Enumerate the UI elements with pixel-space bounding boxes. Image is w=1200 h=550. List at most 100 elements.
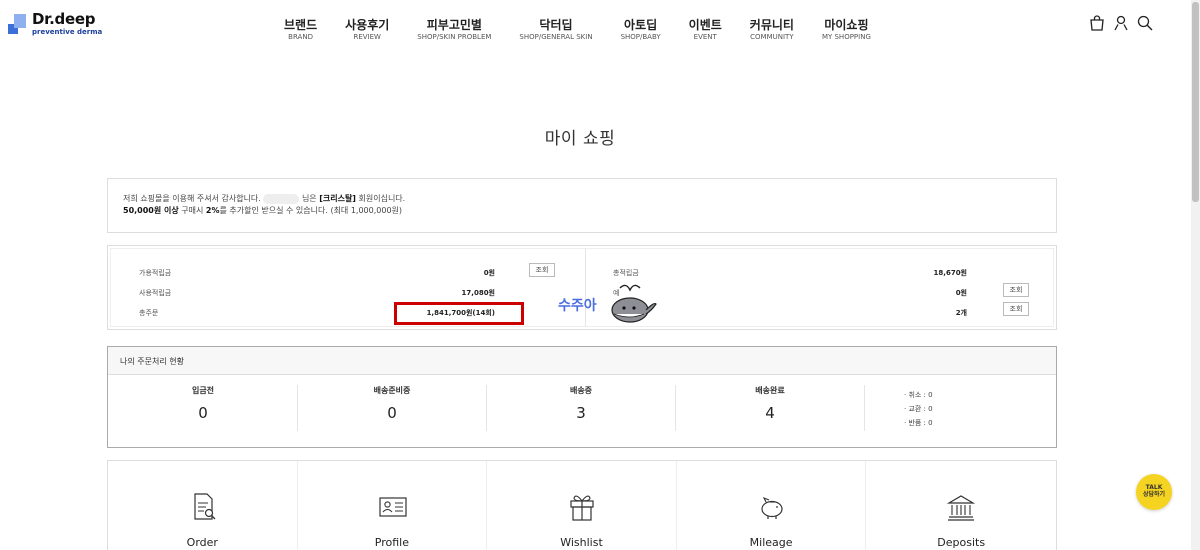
- available-points-lookup-button[interactable]: 조회: [529, 263, 555, 277]
- blurred-username: [263, 193, 300, 204]
- search-icon[interactable]: [1136, 14, 1154, 32]
- stat-delivered[interactable]: 배송완료 4: [675, 385, 865, 422]
- nav-item-review[interactable]: 사용후기 REVIEW: [331, 18, 403, 42]
- member-text: 회원이십니다.: [355, 194, 406, 203]
- talk-sublabel: 상담하기: [1142, 491, 1166, 498]
- discount-threshold: 50,000원 이상: [123, 206, 179, 215]
- stat-return[interactable]: · 반품 : 0: [904, 416, 933, 430]
- stat-shipping[interactable]: 배송중 3: [486, 385, 676, 422]
- deposit-value: 0원: [955, 289, 967, 297]
- menu-mileage[interactable]: Mileage: [677, 461, 867, 550]
- member-line-2: 50,000원 이상 구매시 2%를 추가할인 받으실 수 있습니다. (최대 …: [123, 205, 1041, 217]
- nav-label: 피부고민별: [426, 18, 482, 32]
- discount-percent: 2%: [205, 206, 220, 215]
- nav-label: 이벤트: [688, 18, 722, 32]
- nav-label: 커뮤니티: [749, 18, 794, 32]
- logo[interactable]: Dr.deep preventive derma: [8, 10, 102, 40]
- nav-sublabel: SHOP/SKIN PROBLEM: [417, 33, 492, 41]
- nav-label: 닥터딥: [539, 18, 573, 32]
- logo-text: Dr.deep: [32, 10, 96, 28]
- nav-item-community[interactable]: 커뮤니티 COMMUNITY: [736, 18, 808, 42]
- nav-item-event[interactable]: 이벤트 EVENT: [675, 18, 736, 42]
- page-title: 마이 쇼핑: [544, 129, 616, 149]
- stat-label: 배송완료: [755, 386, 785, 395]
- stat-label: 입금전: [191, 386, 215, 395]
- nav-sublabel: SHOP/BABY: [620, 33, 661, 41]
- nav-item-my-shopping[interactable]: 마이쇼핑 MY SHOPPING: [808, 18, 885, 42]
- stat-divider: [864, 385, 865, 431]
- nav-label: 아토딥: [624, 18, 658, 32]
- stat-value: 0: [387, 404, 397, 422]
- piggybank-icon: [761, 496, 783, 519]
- used-points-value: 17,080원: [461, 289, 495, 297]
- member-text: 구매시: [178, 206, 206, 215]
- stat-value: 4: [765, 404, 775, 422]
- nav-item-skin-problem[interactable]: 피부고민별 SHOP/SKIN PROBLEM: [403, 18, 505, 42]
- menu-label: Deposits: [937, 536, 986, 549]
- stat-side-text: 반품 : 0: [908, 419, 933, 427]
- main-nav: 브랜드 BRAND 사용후기 REVIEW 피부고민별 SHOP/SKIN PROBL…: [270, 18, 885, 42]
- stat-value: 3: [576, 404, 586, 422]
- member-grade: [크리스탈]: [319, 194, 356, 203]
- member-text: 를 추가할인 받으실 수 있습니다. (최대 1,000,000원): [219, 206, 403, 215]
- coupon-lookup-button[interactable]: 조회: [1003, 302, 1029, 316]
- deposit-lookup-button[interactable]: 조회: [1003, 283, 1029, 297]
- site-header: Dr.deep preventive derma 브랜드 BRAND 사용후기 RE…: [0, 0, 1200, 55]
- available-points-value: 0원: [483, 269, 495, 277]
- member-text: 님은: [301, 194, 320, 203]
- stat-preparing[interactable]: 배송준비중 0: [297, 385, 487, 422]
- stat-exchange[interactable]: · 교환 : 0: [904, 402, 933, 416]
- bag-icon[interactable]: [1088, 14, 1106, 32]
- nav-label: 마이쇼핑: [824, 18, 869, 32]
- stat-pending-payment[interactable]: 입금전 0: [108, 385, 298, 422]
- order-icon: [194, 493, 216, 520]
- scrollbar[interactable]: [1191, 0, 1200, 550]
- stat-side-text: 교환 : 0: [908, 405, 933, 413]
- nav-sublabel: EVENT: [693, 33, 717, 41]
- available-points-label: 가용적립금: [139, 269, 172, 277]
- menu-deposits[interactable]: Deposits: [866, 461, 1056, 550]
- profile-icon: [378, 497, 407, 517]
- stat-side-text: 취소 : 0: [908, 391, 933, 399]
- menu-label: Order: [186, 536, 218, 549]
- stat-label: 배송준비중: [373, 386, 411, 395]
- member-line-1: 저희 쇼핑몰을 이용해 주셔서 감사합니다. 님은 [크리스탈] 회원이십니다.: [123, 193, 1041, 205]
- nav-label: 사용후기: [345, 18, 390, 32]
- nav-item-baby[interactable]: 아토딥 SHOP/BABY: [607, 18, 675, 42]
- total-points-value: 18,670원: [933, 269, 967, 277]
- menu-label: Profile: [374, 536, 409, 549]
- coupon-value: 2개: [955, 309, 967, 317]
- logo-subtitle: preventive derma: [32, 28, 103, 36]
- total-order-value: 1,841,700원(14회): [426, 309, 495, 317]
- watermark-text: 수주아: [558, 298, 597, 314]
- user-icon[interactable]: [1112, 14, 1130, 32]
- menu-label: Wishlist: [560, 536, 603, 549]
- used-points-label: 사용적립금: [139, 289, 172, 297]
- nav-sublabel: MY SHOPPING: [821, 33, 871, 41]
- order-status-box: 나의 주문처리 현황 입금전 0 배송준비중 0 배송중 3 배송완료 4 · …: [107, 346, 1057, 448]
- menu-wishlist[interactable]: Wishlist: [487, 461, 677, 550]
- menu-profile[interactable]: Profile: [298, 461, 488, 550]
- gift-icon: [570, 495, 594, 521]
- stat-label: 배송중: [569, 386, 593, 395]
- stat-value: 0: [198, 404, 208, 422]
- member-info-box: 저희 쇼핑몰을 이용해 주셔서 감사합니다. 님은 [크리스탈] 회원이십니다.…: [107, 178, 1057, 233]
- nav-item-brand[interactable]: 브랜드 BRAND: [270, 18, 331, 42]
- shopping-menu: Order Profile Wishlist Mileage Deposits: [107, 460, 1057, 550]
- member-text: 저희 쇼핑몰을 이용해 주셔서 감사합니다.: [123, 194, 261, 203]
- scrollbar-thumb[interactable]: [1192, 2, 1199, 202]
- talk-consult-button[interactable]: TALK 상담하기: [1136, 474, 1172, 510]
- stat-side-list: · 취소 : 0 · 교환 : 0 · 반품 : 0: [904, 388, 933, 430]
- total-order-label: 총주문: [139, 309, 159, 317]
- stat-cancel[interactable]: · 취소 : 0: [904, 388, 933, 402]
- watermark: 수주아: [558, 280, 658, 330]
- whale-icon: [611, 284, 657, 323]
- talk-label: TALK: [1145, 484, 1163, 491]
- nav-label: 브랜드: [284, 18, 318, 32]
- header-icons: [1088, 14, 1154, 32]
- menu-order[interactable]: Order: [108, 461, 298, 550]
- nav-item-general-skin[interactable]: 닥터딥 SHOP/GENERAL SKIN: [505, 18, 606, 42]
- menu-label: Mileage: [749, 536, 793, 549]
- total-points-label: 총적립금: [613, 269, 639, 277]
- nav-sublabel: COMMUNITY: [750, 33, 794, 41]
